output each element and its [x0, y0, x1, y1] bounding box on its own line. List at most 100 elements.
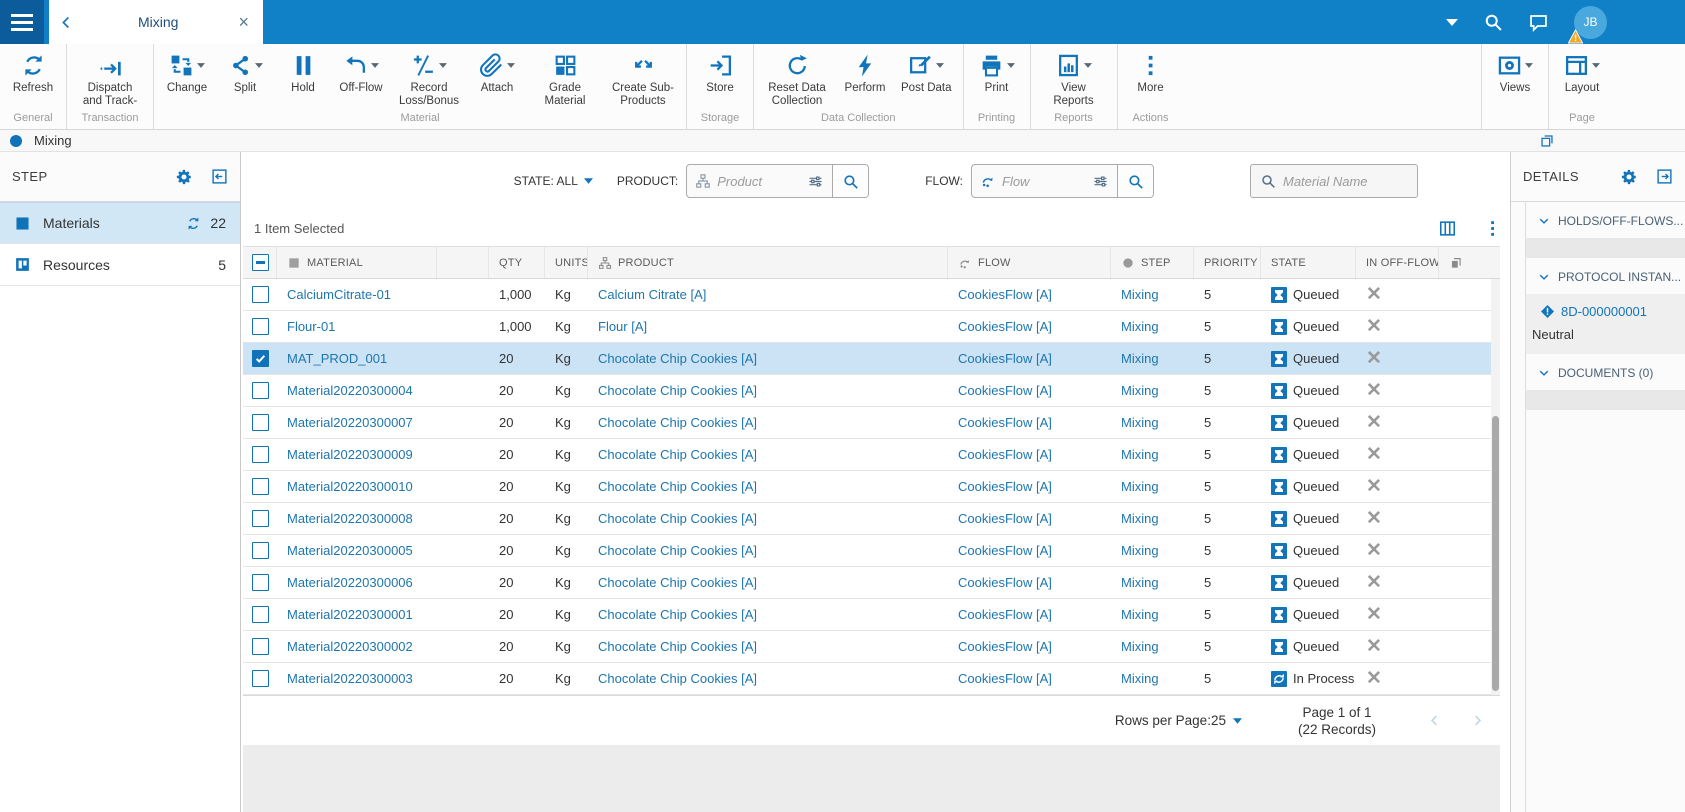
product-search-button[interactable] [832, 165, 869, 197]
product-link[interactable]: Chocolate Chip Cookies [A] [598, 383, 757, 398]
flow-link[interactable]: CookiesFlow [A] [958, 639, 1052, 654]
step-link[interactable]: Mixing [1121, 671, 1159, 686]
flow-link[interactable]: CookiesFlow [A] [958, 479, 1052, 494]
remove-off-flow-icon[interactable]: ✕ [1356, 375, 1439, 406]
rows-per-page-dropdown[interactable]: Rows per Page:25 [1115, 713, 1242, 728]
column-header-flow[interactable]: FLOW [948, 247, 1111, 278]
gear-icon[interactable] [1620, 168, 1638, 186]
product-link[interactable]: Chocolate Chip Cookies [A] [598, 607, 757, 622]
product-link[interactable]: Calcium Citrate [A] [598, 287, 706, 302]
table-scrollbar[interactable] [1491, 279, 1500, 695]
row-checkbox[interactable] [252, 286, 269, 303]
material-link[interactable]: Material20220300003 [287, 671, 413, 686]
column-header-copy[interactable] [1439, 247, 1500, 278]
perform-button[interactable]: Perform [836, 51, 894, 95]
open-window-icon[interactable] [1540, 134, 1554, 148]
topbar-dropdown-icon[interactable] [1446, 18, 1458, 26]
collapse-right-icon[interactable] [1656, 168, 1673, 185]
next-page-icon[interactable] [1471, 714, 1484, 727]
columns-icon[interactable] [1438, 219, 1457, 238]
product-link[interactable]: Chocolate Chip Cookies [A] [598, 479, 757, 494]
material-link[interactable]: Material20220300007 [287, 415, 413, 430]
flow-link[interactable]: CookiesFlow [A] [958, 511, 1052, 526]
table-row[interactable]: MAT_PROD_001 20 Kg Chocolate Chip Cookies [… [243, 343, 1500, 375]
column-header-product[interactable]: PRODUCT [588, 247, 948, 278]
flow-link[interactable]: CookiesFlow [A] [958, 671, 1052, 686]
row-checkbox[interactable] [252, 414, 269, 431]
table-row[interactable]: CalciumCitrate-01 1,000 Kg Calcium Citrate … [243, 279, 1500, 311]
table-row[interactable]: Material20220300003 20 Kg Chocolate Chip Co… [243, 663, 1500, 695]
remove-off-flow-icon[interactable]: ✕ [1356, 311, 1439, 342]
record-loss-bonus-button[interactable]: Record Loss/Bonus [390, 51, 468, 107]
material-link[interactable]: Flour-01 [287, 319, 335, 334]
column-header-in-off-flow[interactable]: IN OFF-FLOW [1356, 247, 1439, 278]
row-checkbox[interactable] [252, 382, 269, 399]
sidebar-item-materials[interactable]: Materials 22 [0, 202, 240, 244]
step-link[interactable]: Mixing [1121, 447, 1159, 462]
column-header-priority[interactable]: PRIORITY [1194, 247, 1261, 278]
product-link[interactable]: Chocolate Chip Cookies [A] [598, 543, 757, 558]
previous-page-icon[interactable] [1428, 714, 1441, 727]
section-documents[interactable]: DOCUMENTS (0) [1526, 354, 1685, 390]
table-row[interactable]: Material20220300002 20 Kg Chocolate Chip Co… [243, 631, 1500, 663]
flow-filter-input[interactable] [1002, 173, 1086, 189]
collapse-left-icon[interactable] [211, 168, 228, 185]
material-link[interactable]: Material20220300002 [287, 639, 413, 654]
material-link[interactable]: Material20220300006 [287, 575, 413, 590]
flow-link[interactable]: CookiesFlow [A] [958, 287, 1052, 302]
sidebar-item-resources[interactable]: Resources 5 [0, 244, 240, 286]
remove-off-flow-icon[interactable]: ✕ [1356, 503, 1439, 534]
table-row[interactable]: Material20220300009 20 Kg Chocolate Chip Co… [243, 439, 1500, 471]
product-link[interactable]: Flour [A] [598, 319, 647, 334]
tab-back-icon[interactable] [59, 15, 74, 30]
step-link[interactable]: Mixing [1121, 351, 1159, 366]
remove-off-flow-icon[interactable]: ✕ [1356, 567, 1439, 598]
table-row[interactable]: Material20220300008 20 Kg Chocolate Chip Co… [243, 503, 1500, 535]
grade-material-button[interactable]: Grade Material [526, 51, 604, 107]
material-link[interactable]: Material20220300004 [287, 383, 413, 398]
column-header-units[interactable]: UNITS [545, 247, 588, 278]
column-header-state[interactable]: STATE [1261, 247, 1356, 278]
flow-link[interactable]: CookiesFlow [A] [958, 351, 1052, 366]
dropdown-caret-icon[interactable] [439, 62, 447, 68]
row-checkbox[interactable] [252, 670, 269, 687]
more-button[interactable]: More [1122, 51, 1180, 95]
table-row[interactable]: Material20220300004 20 Kg Chocolate Chip Co… [243, 375, 1500, 407]
dropdown-caret-icon[interactable] [1525, 62, 1533, 68]
product-link[interactable]: Chocolate Chip Cookies [A] [598, 511, 757, 526]
row-checkbox[interactable] [252, 606, 269, 623]
step-link[interactable]: Mixing [1121, 543, 1159, 558]
step-link[interactable]: Mixing [1121, 383, 1159, 398]
column-header-qty[interactable]: QTY [489, 247, 545, 278]
layout-button[interactable]: Layout [1553, 51, 1611, 95]
filter-options-icon[interactable] [807, 173, 824, 190]
table-row[interactable]: Material20220300010 20 Kg Chocolate Chip Co… [243, 471, 1500, 503]
row-checkbox[interactable] [252, 318, 269, 335]
row-checkbox[interactable] [252, 574, 269, 591]
material-link[interactable]: CalciumCitrate-01 [287, 287, 391, 302]
view-reports-button[interactable]: View Reports [1035, 51, 1113, 107]
search-icon[interactable] [1483, 12, 1503, 32]
material-link[interactable]: MAT_PROD_001 [287, 351, 387, 366]
select-all-checkbox[interactable] [243, 247, 277, 278]
state-filter-dropdown[interactable]: STATE: ALL [514, 174, 593, 188]
user-avatar[interactable]: JB [1568, 5, 1607, 44]
dropdown-caret-icon[interactable] [936, 62, 945, 68]
remove-off-flow-icon[interactable]: ✕ [1356, 535, 1439, 566]
dropdown-caret-icon[interactable] [507, 62, 515, 68]
kebab-menu-icon[interactable] [1483, 219, 1502, 238]
refresh-button[interactable]: Refresh [4, 51, 62, 95]
material-link[interactable]: Material20220300005 [287, 543, 413, 558]
scrollbar-thumb[interactable] [1492, 416, 1499, 691]
row-checkbox[interactable] [252, 510, 269, 527]
flow-link[interactable]: CookiesFlow [A] [958, 383, 1052, 398]
table-row[interactable]: Flour-01 1,000 Kg Flour [A] CookiesFlow [A] M… [243, 311, 1500, 343]
step-link[interactable]: Mixing [1121, 415, 1159, 430]
row-checkbox[interactable] [252, 478, 269, 495]
dispatch-and-track-button[interactable]: Dispatch and Track- [71, 51, 149, 107]
remove-off-flow-icon[interactable]: ✕ [1356, 471, 1439, 502]
step-link[interactable]: Mixing [1121, 607, 1159, 622]
row-checkbox[interactable] [252, 638, 269, 655]
attach-button[interactable]: Attach [468, 51, 526, 95]
remove-off-flow-icon[interactable]: ✕ [1356, 279, 1439, 310]
